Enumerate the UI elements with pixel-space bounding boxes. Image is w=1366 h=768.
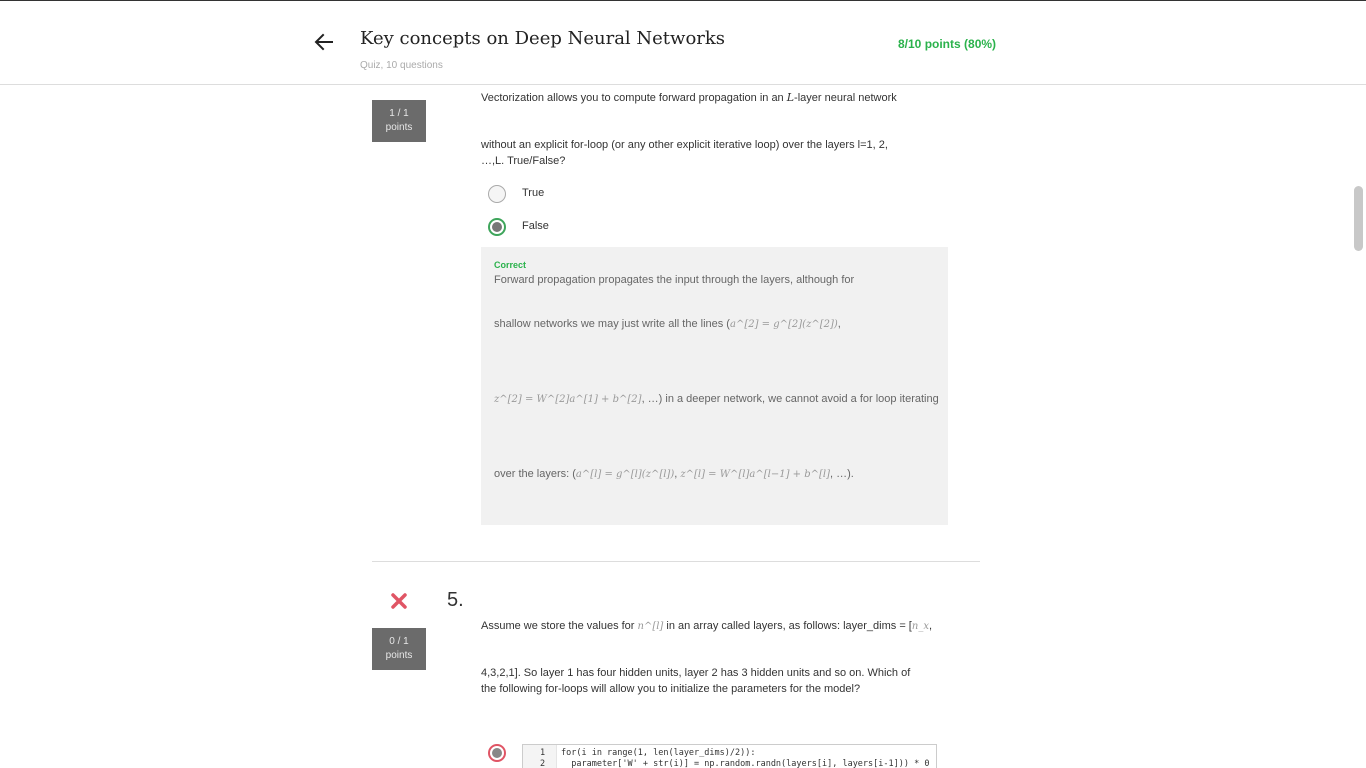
feedback-status: Correct [494,260,527,270]
question-text-line: …,L. True/False? [481,155,566,167]
question-text: in an array called layers, as follows: l… [663,620,912,632]
feedback-text: shallow networks we may just write all t… [494,318,730,330]
question-text: Assume we store the values for [481,620,638,632]
quiz-score: 8/10 points (80%) [898,37,997,51]
feedback-line: Forward propagation propagates the input… [494,274,855,286]
question-text-line: Assume we store the values for n^[l] in … [481,618,951,635]
line-number: 1 [540,748,546,758]
feedback-text: , …) in a deeper network, we cannot avoi… [641,393,939,405]
question-points-badge: 1 / 1 points [372,100,426,142]
question-text-line: without an explicit for-loop (or any oth… [481,139,888,151]
points-value: 1 / 1 [389,108,409,119]
option-radio-false[interactable] [488,218,506,236]
math-expression: a^[2] = g^[2](z^[2]) [729,319,838,330]
feedback-line: shallow networks we may just write all t… [494,318,841,330]
code-snippet: 1 2 for(i in range(1, len(layer_dims)/2)… [522,744,937,768]
page-title: Key concepts on Deep Neural Networks [360,28,726,49]
points-label: points [385,122,413,133]
feedback-line: z^[2] = W^[2]a^[1] + b^[2], …) in a deep… [494,393,939,405]
option-radio-true[interactable] [488,185,506,203]
points-value: 0 / 1 [389,636,409,647]
feedback-text: over the layers: ( [494,468,576,480]
feedback-text: , …). [830,468,854,480]
page-subtitle: Quiz, 10 questions [360,60,443,71]
back-arrow-icon[interactable] [313,31,335,53]
question-text: Vectorization allows you to compute forw… [481,92,787,104]
math-expression: z^[l] = W^[l]a^[l−1] + b^[l] [680,469,831,480]
line-number: 2 [540,759,546,768]
points-label: points [385,650,413,661]
math-variable: n^[l] [637,621,664,632]
math-expression: z^[2] = W^[2]a^[1] + b^[2] [494,394,642,405]
question-text: -layer neural network [794,92,897,104]
quiz-header: Key concepts on Deep Neural Networks Qui… [0,1,1366,85]
math-variable: L [786,91,795,104]
question-divider [372,561,980,562]
math-expression: a^[l] = g^[l](z^[l]) [575,469,675,480]
question-text-line: Vectorization allows you to compute forw… [481,90,941,106]
question-points-badge: 0 / 1 points [372,628,426,670]
option-label-false[interactable]: False [522,220,549,232]
option-label-true[interactable]: True [522,187,544,199]
math-variable: n_x [911,621,929,632]
scrollbar-thumb[interactable] [1354,186,1363,251]
option-radio-1[interactable] [488,744,506,762]
answer-feedback: Correct Forward propagation propagates t… [481,247,948,525]
question-text: , [928,620,933,632]
question-text-line: 4,3,2,1]. So layer 1 has four hidden uni… [481,667,911,679]
incorrect-x-icon [391,593,407,609]
question-text-line: the following for-loops will allow you t… [481,683,861,695]
code-line: for(i in range(1, len(layer_dims)/2)): [561,748,756,758]
code-line: parameter['W' + str(i)] = np.random.rand… [561,759,930,768]
feedback-line: over the layers: (a^[l] = g^[l](z^[l]) , … [494,468,854,480]
feedback-text: , [837,318,841,330]
question-number: 5. [447,589,464,611]
